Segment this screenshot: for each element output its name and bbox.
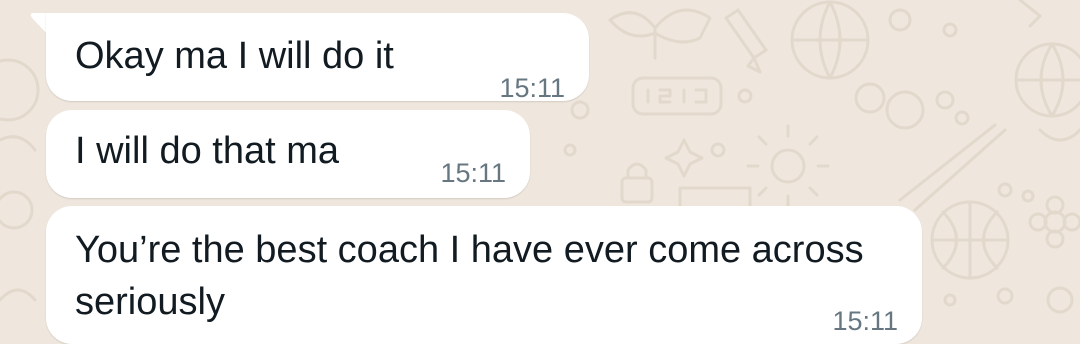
message-text: You’re the best coach I have ever come a… bbox=[75, 229, 864, 323]
message-timestamp: 15:11 bbox=[440, 158, 506, 188]
message-text: Okay ma I will do it bbox=[75, 35, 394, 77]
message-timestamp: 15:11 bbox=[832, 306, 898, 336]
incoming-message[interactable]: You’re the best coach I have ever come a… bbox=[46, 206, 922, 344]
incoming-message[interactable]: Okay ma I will do it 15:11 bbox=[46, 13, 589, 103]
message-list[interactable]: Okay ma I will do it 15:11 I will do tha… bbox=[0, 0, 1080, 344]
incoming-message[interactable]: I will do that ma 15:11 bbox=[46, 110, 530, 198]
message-text: I will do that ma bbox=[75, 130, 339, 172]
message-timestamp: 15:11 bbox=[499, 73, 565, 103]
